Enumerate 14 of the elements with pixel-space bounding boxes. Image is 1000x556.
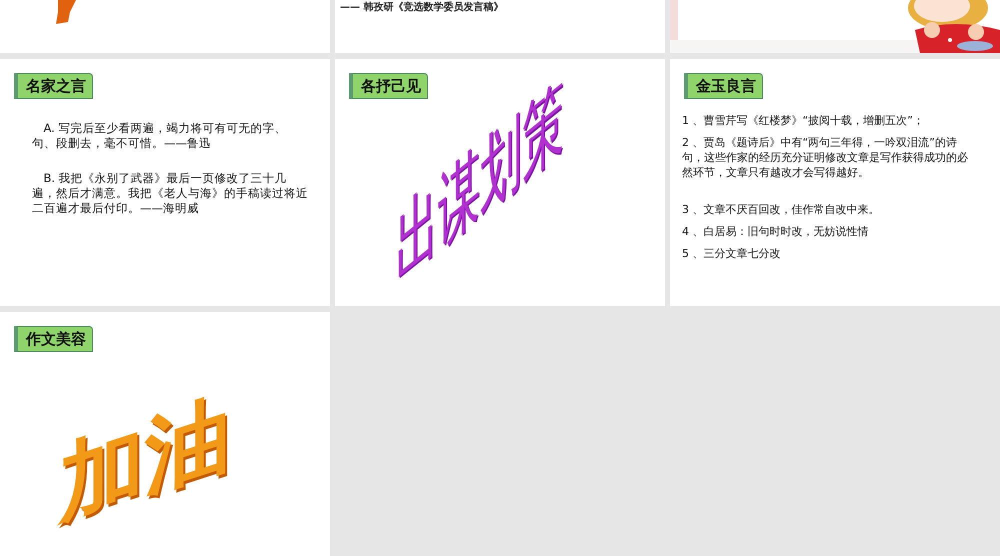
saying-item: 1 、曹雪芹写《红楼梦》“披阅十载，增删五次”； — [682, 113, 925, 128]
quote-source: —— 韩孜研《竞选数学委员发言稿》 — [340, 0, 504, 14]
slide-title: 名家之言 — [14, 73, 93, 99]
saying-item: 3 、文章不厌百回改，佳作常自改中来。 — [682, 202, 880, 217]
quote-paragraph: B. 我把《永别了武器》最后一页修改了三十几遍，然后才满意。我把《老人与海》的手稿读过将近二百遍才最后付印。——海明威 — [32, 171, 308, 216]
word-art: 加油 — [59, 388, 231, 530]
slide-title: 作文美容 — [14, 326, 93, 352]
slide-title: 金玉良言 — [684, 73, 763, 99]
slide-title: 各抒己见 — [349, 73, 428, 99]
saying-item: 4 、白居易：旧句时时改，无妨说性情 — [682, 224, 870, 239]
shape-fragment — [54, 0, 76, 24]
saying-item: 2 、贾岛《题诗后》中有“两句三年得，一吟双泪流”的诗句，这些作家的经历充分证明修改文章是写作获得成功的必然环节，文章只有越改才会写得越好。 — [682, 135, 969, 180]
quote-paragraph: A. 写完后至少看两遍，竭力将可有可无的字、句、段删去，毫不可惜。——鲁迅 — [32, 121, 288, 151]
saying-item: 5 、三分文章七分改 — [682, 246, 782, 261]
